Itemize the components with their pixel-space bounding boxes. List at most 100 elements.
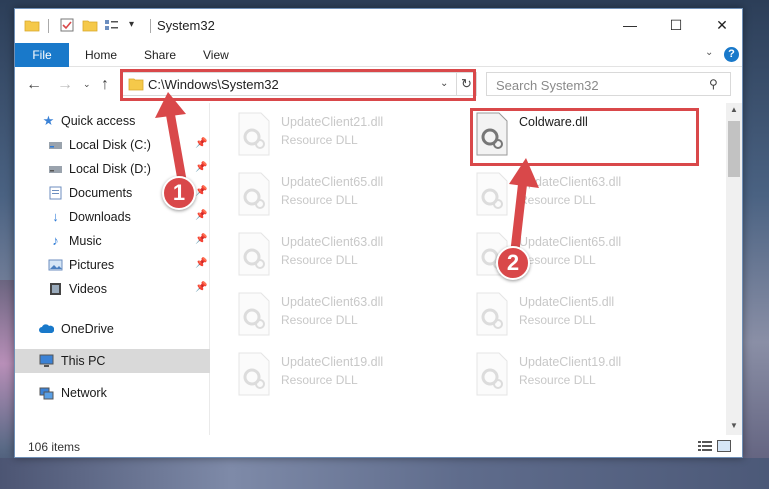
sidebar-item-music[interactable]: ♪ Music 📌 xyxy=(15,229,210,253)
sidebar-item-network[interactable]: Network xyxy=(15,381,210,405)
help-icon[interactable]: ? xyxy=(724,47,739,62)
tab-file[interactable]: File xyxy=(15,43,69,67)
file-item[interactable]: UpdateClient21.dll Resource DLL xyxy=(231,107,456,165)
computer-icon xyxy=(39,354,54,367)
sidebar-item-label: Documents xyxy=(69,186,133,200)
large-icons-view-icon[interactable] xyxy=(717,440,731,452)
sidebar-item-label: OneDrive xyxy=(61,322,114,336)
sidebar-item-local-disk-c[interactable]: Local Disk (C:) 📌 xyxy=(15,133,210,157)
pin-icon: 📌 xyxy=(195,162,208,173)
file-type: Resource DLL xyxy=(281,133,358,147)
dll-file-icon xyxy=(238,232,270,276)
search-placeholder[interactable]: Search System32 xyxy=(496,78,599,93)
file-name: UpdateClient63.dll xyxy=(281,235,384,249)
separator xyxy=(150,19,151,33)
network-icon xyxy=(39,387,54,400)
dll-file-icon xyxy=(476,352,508,396)
step-1-badge: 1 xyxy=(162,176,196,210)
file-highlight-box xyxy=(470,108,699,166)
music-icon: ♪ xyxy=(52,233,59,248)
sidebar-item-quick-access[interactable]: ★ Quick access xyxy=(15,109,210,133)
properties-check-icon[interactable] xyxy=(59,17,75,33)
sidebar-item-label: Pictures xyxy=(69,258,115,272)
star-icon: ★ xyxy=(42,113,55,128)
file-name: UpdateClient63.dll xyxy=(281,295,384,309)
file-item[interactable]: UpdateClient5.dll Resource DLL xyxy=(469,287,694,345)
back-arrow-icon[interactable]: ← xyxy=(26,76,42,94)
maximize-button[interactable]: ☐ xyxy=(653,9,699,41)
vertical-scrollbar[interactable]: ▲ ▼ xyxy=(726,103,742,435)
file-item[interactable]: UpdateClient65.dll Resource DLL xyxy=(231,167,456,225)
file-type: Resource DLL xyxy=(519,193,596,207)
sidebar-item-onedrive[interactable]: OneDrive xyxy=(15,317,210,341)
pin-icon: 📌 xyxy=(195,210,208,221)
search-icon[interactable]: ⚲ xyxy=(709,77,718,91)
ribbon-tabs: File Home Share View ⌄ ? xyxy=(15,43,742,67)
up-arrow-icon[interactable]: ↑ xyxy=(101,76,109,94)
file-name: UpdateClient63.dll xyxy=(519,175,622,189)
search-input[interactable]: Search System32 ⚲ xyxy=(486,72,731,96)
tab-home[interactable]: Home xyxy=(85,43,117,67)
forward-arrow-icon[interactable]: → xyxy=(57,76,73,94)
drive-icon xyxy=(49,142,62,149)
dll-file-icon xyxy=(238,352,270,396)
pin-icon: 📌 xyxy=(195,138,208,149)
scrollbar-thumb[interactable] xyxy=(728,121,740,177)
dll-file-icon xyxy=(238,292,270,336)
sidebar-item-this-pc[interactable]: This PC xyxy=(15,349,210,373)
sidebar-item-label: Network xyxy=(61,386,107,400)
file-item[interactable]: UpdateClient63.dll Resource DLL xyxy=(231,227,456,285)
desktop-background-bottom xyxy=(0,458,769,489)
file-name: UpdateClient5.dll xyxy=(519,295,615,309)
cloud-icon xyxy=(39,324,54,333)
dll-file-icon xyxy=(476,292,508,336)
scroll-up-icon[interactable]: ▲ xyxy=(730,105,738,114)
tab-view[interactable]: View xyxy=(203,43,229,67)
navigation-pane: ★ Quick access Local Disk (C:) 📌 Local D… xyxy=(15,103,210,435)
rename-icon[interactable] xyxy=(103,17,119,33)
new-folder-icon[interactable] xyxy=(82,17,98,33)
drive-icon xyxy=(49,166,62,173)
file-name: UpdateClient19.dll xyxy=(281,355,384,369)
documents-icon xyxy=(49,186,62,200)
item-count: 106 items xyxy=(28,440,81,454)
file-item[interactable]: UpdateClient63.dll Resource DLL xyxy=(469,167,694,225)
file-type: Resource DLL xyxy=(519,253,596,267)
sidebar-item-label: Music xyxy=(69,234,102,248)
file-name: UpdateClient19.dll xyxy=(519,355,622,369)
file-type: Resource DLL xyxy=(519,313,596,327)
customize-toolbar-chevron-down-icon[interactable]: ▾ xyxy=(129,19,134,30)
pin-icon: 📌 xyxy=(195,186,208,197)
details-view-icon[interactable] xyxy=(698,440,712,452)
file-item[interactable]: UpdateClient19.dll Resource DLL xyxy=(469,347,694,405)
sidebar-item-videos[interactable]: Videos 📌 xyxy=(15,277,210,301)
pictures-icon xyxy=(48,259,63,271)
title-bar: ▾ System32 — ☐ ✕ xyxy=(15,9,742,43)
recent-locations-chevron-icon[interactable]: ⌄ xyxy=(83,79,91,90)
sidebar-item-label: Local Disk (D:) xyxy=(69,162,151,176)
pin-icon: 📌 xyxy=(195,258,208,269)
dll-file-icon xyxy=(238,172,270,216)
file-type: Resource DLL xyxy=(281,313,358,327)
sidebar-item-pictures[interactable]: Pictures 📌 xyxy=(15,253,210,277)
scroll-down-icon[interactable]: ▼ xyxy=(730,421,738,430)
close-button[interactable]: ✕ xyxy=(699,9,745,41)
expand-ribbon-chevron-icon[interactable]: ⌄ xyxy=(705,47,713,58)
file-name: UpdateClient65.dll xyxy=(281,175,384,189)
dll-file-icon xyxy=(476,172,508,216)
file-type: Resource DLL xyxy=(281,253,358,267)
folder-icon[interactable] xyxy=(24,17,40,33)
file-item[interactable]: UpdateClient63.dll Resource DLL xyxy=(231,287,456,345)
sidebar-item-label: Downloads xyxy=(69,210,131,224)
file-type: Resource DLL xyxy=(281,193,358,207)
pin-icon: 📌 xyxy=(195,234,208,245)
separator xyxy=(48,19,49,33)
file-item[interactable]: UpdateClient19.dll Resource DLL xyxy=(231,347,456,405)
file-name: UpdateClient65.dll xyxy=(519,235,622,249)
status-bar: 106 items xyxy=(15,435,742,457)
minimize-button[interactable]: — xyxy=(607,9,653,41)
download-icon: ↓ xyxy=(52,209,59,224)
window-title: System32 xyxy=(157,18,215,33)
address-bar-highlight-box xyxy=(120,69,476,101)
tab-share[interactable]: Share xyxy=(144,43,176,67)
